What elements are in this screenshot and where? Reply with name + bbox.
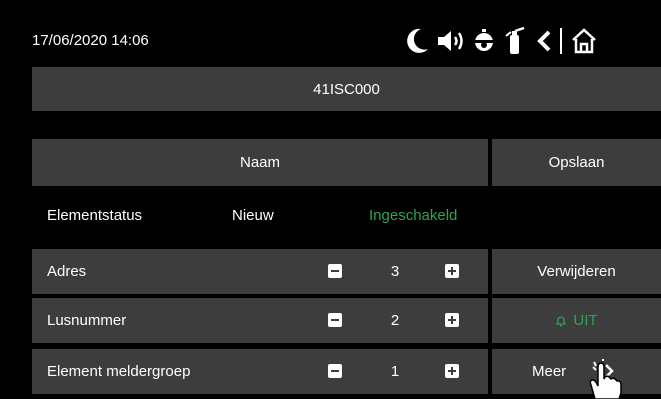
- save-button[interactable]: Opslaan: [492, 139, 661, 186]
- element-status-row: Elementstatus Nieuw Ingeschakeld: [32, 205, 661, 231]
- alarm-bell-icon[interactable]: [470, 23, 498, 59]
- param-value: 1: [390, 363, 400, 380]
- speaker-icon[interactable]: [432, 23, 470, 59]
- name-button[interactable]: Naam: [32, 139, 488, 186]
- param-label: Adres: [47, 263, 87, 280]
- param-label: Lusnummer: [47, 312, 127, 329]
- decrement-button[interactable]: [328, 364, 342, 378]
- param-address: Adres 3: [32, 249, 488, 294]
- status-bar: 17/06/2020 14:06: [0, 0, 661, 62]
- divider: [556, 23, 566, 59]
- decrement-button[interactable]: [328, 313, 342, 327]
- back-icon[interactable]: [532, 23, 556, 59]
- status-icons: [402, 23, 602, 59]
- more-label: Meer: [532, 363, 567, 380]
- element-status-label: Elementstatus: [47, 207, 143, 224]
- page-title: 41ISC000: [32, 67, 661, 111]
- moon-icon[interactable]: [402, 23, 432, 59]
- hand-pointer-icon: [589, 359, 622, 399]
- param-element-group: Element meldergroep 1: [32, 349, 488, 394]
- datetime: 17/06/2020 14:06: [32, 32, 149, 49]
- decrement-button[interactable]: [328, 264, 342, 278]
- home-icon[interactable]: [566, 23, 602, 59]
- element-status-enabled: Ingeschakeld: [369, 207, 458, 224]
- increment-button[interactable]: [445, 313, 459, 327]
- extinguisher-icon[interactable]: [498, 23, 532, 59]
- header-row: Naam Opslaan: [32, 139, 661, 186]
- param-row-loop: Lusnummer 2 UIT: [32, 298, 661, 343]
- bell-icon: [556, 315, 567, 326]
- increment-button[interactable]: [445, 264, 459, 278]
- param-value: 3: [390, 263, 400, 280]
- param-row-group: Element meldergroep 1 Meer: [32, 349, 661, 394]
- element-status-state: Nieuw: [232, 207, 274, 224]
- more-button[interactable]: Meer: [492, 349, 661, 394]
- delete-button[interactable]: Verwijderen: [492, 249, 661, 294]
- param-loop-number: Lusnummer 2: [32, 298, 488, 343]
- off-label: UIT: [573, 312, 598, 329]
- param-row-address: Adres 3 Verwijderen: [32, 249, 661, 294]
- param-label: Element meldergroep: [47, 363, 191, 380]
- off-button[interactable]: UIT: [492, 298, 661, 343]
- param-value: 2: [390, 312, 400, 329]
- increment-button[interactable]: [445, 364, 459, 378]
